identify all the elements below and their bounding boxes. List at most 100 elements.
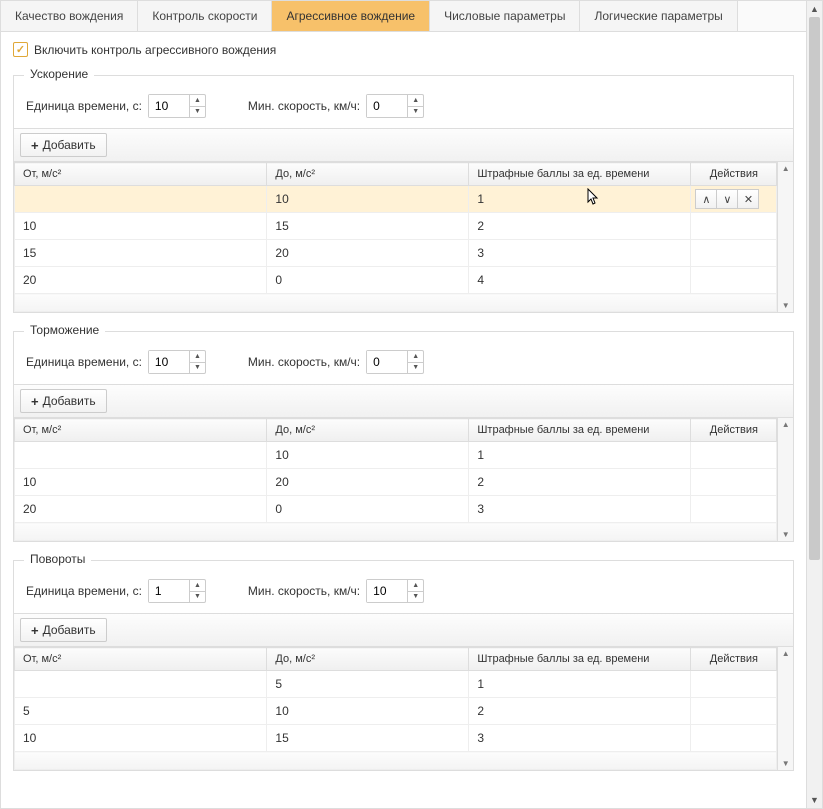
scroll-up-icon[interactable]: ▲ xyxy=(782,649,790,658)
cell-points[interactable]: 3 xyxy=(469,240,691,267)
table-row[interactable]: 2004 xyxy=(15,267,777,294)
scroll-up-icon[interactable]: ▲ xyxy=(782,164,790,173)
add-button[interactable]: +Добавить xyxy=(20,133,107,157)
scroll-up-icon[interactable]: ▲ xyxy=(807,1,822,17)
time-unit-input-field[interactable] xyxy=(149,351,189,373)
col-points[interactable]: Штрафные баллы за ед. времени xyxy=(469,648,691,671)
cell-points[interactable]: 4 xyxy=(469,267,691,294)
cell-points[interactable]: 2 xyxy=(469,213,691,240)
table-row[interactable]: 101 xyxy=(15,442,777,469)
spinner-up-icon[interactable]: ▲ xyxy=(190,351,205,363)
scroll-down-icon[interactable]: ▼ xyxy=(782,301,790,310)
cell-from[interactable]: 10 xyxy=(15,469,267,496)
cell-to[interactable]: 5 xyxy=(267,671,469,698)
scroll-down-icon[interactable]: ▼ xyxy=(782,530,790,539)
cell-from[interactable]: 20 xyxy=(15,496,267,523)
spinner-down-icon[interactable]: ▼ xyxy=(408,363,423,374)
min-speed-input[interactable]: ▲▼ xyxy=(366,579,424,603)
min-speed-input-field[interactable] xyxy=(367,351,407,373)
cell-points[interactable]: 2 xyxy=(469,698,691,725)
scroll-down-icon[interactable]: ▼ xyxy=(782,759,790,768)
cell-from[interactable] xyxy=(15,442,267,469)
cell-from[interactable]: 20 xyxy=(15,267,267,294)
table-row[interactable]: 10152 xyxy=(15,213,777,240)
add-button[interactable]: +Добавить xyxy=(20,389,107,413)
spinner-up-icon[interactable]: ▲ xyxy=(408,351,423,363)
min-speed-input[interactable]: ▲▼ xyxy=(366,350,424,374)
scroll-thumb[interactable] xyxy=(809,17,820,560)
spinner-down-icon[interactable]: ▼ xyxy=(408,107,423,118)
tab-4[interactable]: Логические параметры xyxy=(580,1,737,31)
cell-points[interactable]: 1 xyxy=(469,186,691,213)
spinner-up-icon[interactable]: ▲ xyxy=(190,95,205,107)
cell-to[interactable]: 20 xyxy=(267,469,469,496)
col-from[interactable]: От, м/с² xyxy=(15,419,267,442)
delete-button[interactable]: ✕ xyxy=(737,189,759,209)
min-speed-input-field[interactable] xyxy=(367,580,407,602)
cell-points[interactable]: 3 xyxy=(469,496,691,523)
col-points[interactable]: Штрафные баллы за ед. времени xyxy=(469,163,691,186)
table-row[interactable]: 10153 xyxy=(15,725,777,752)
spinner-down-icon[interactable]: ▼ xyxy=(190,363,205,374)
tab-0[interactable]: Качество вождения xyxy=(1,1,138,31)
time-unit-input[interactable]: ▲▼ xyxy=(148,579,206,603)
table-row[interactable]: 10202 xyxy=(15,469,777,496)
cell-to[interactable]: 10 xyxy=(267,698,469,725)
col-to[interactable]: До, м/с² xyxy=(267,163,469,186)
col-from[interactable]: От, м/с² xyxy=(15,648,267,671)
tab-3[interactable]: Числовые параметры xyxy=(430,1,580,31)
min-speed-input-field[interactable] xyxy=(367,95,407,117)
cell-points[interactable]: 1 xyxy=(469,442,691,469)
table-row[interactable]: 2003 xyxy=(15,496,777,523)
spinner-down-icon[interactable]: ▼ xyxy=(190,107,205,118)
col-to[interactable]: До, м/с² xyxy=(267,419,469,442)
spinner-down-icon[interactable]: ▼ xyxy=(408,592,423,603)
cell-from[interactable]: 10 xyxy=(15,725,267,752)
checkbox-enable-aggressive[interactable]: ✓ xyxy=(13,42,28,57)
add-button[interactable]: +Добавить xyxy=(20,618,107,642)
cell-to[interactable]: 0 xyxy=(267,267,469,294)
cell-to[interactable]: 0 xyxy=(267,496,469,523)
min-speed-input[interactable]: ▲▼ xyxy=(366,94,424,118)
cell-points[interactable]: 2 xyxy=(469,469,691,496)
cell-from[interactable] xyxy=(15,671,267,698)
table-row[interactable]: 101∧∨✕ xyxy=(15,186,777,213)
time-unit-input[interactable]: ▲▼ xyxy=(148,94,206,118)
table-scrollbar[interactable]: ▲▼ xyxy=(777,647,793,770)
col-points[interactable]: Штрафные баллы за ед. времени xyxy=(469,419,691,442)
time-unit-input-field[interactable] xyxy=(149,580,189,602)
table-scrollbar[interactable]: ▲▼ xyxy=(777,418,793,541)
table-row[interactable]: 5102 xyxy=(15,698,777,725)
tab-1[interactable]: Контроль скорости xyxy=(138,1,272,31)
cell-from[interactable]: 10 xyxy=(15,213,267,240)
cell-points[interactable]: 3 xyxy=(469,725,691,752)
tab-2[interactable]: Агрессивное вождение xyxy=(272,1,430,31)
time-unit-input-field[interactable] xyxy=(149,95,189,117)
cell-to[interactable]: 20 xyxy=(267,240,469,267)
col-from[interactable]: От, м/с² xyxy=(15,163,267,186)
scroll-down-icon[interactable]: ▼ xyxy=(807,792,822,808)
section-params-row: Единица времени, с:▲▼Мин. скорость, км/ч… xyxy=(14,344,793,384)
move-down-button[interactable]: ∨ xyxy=(716,189,738,209)
col-to[interactable]: До, м/с² xyxy=(267,648,469,671)
table-row[interactable]: 51 xyxy=(15,671,777,698)
cell-from[interactable]: 5 xyxy=(15,698,267,725)
move-up-button[interactable]: ∧ xyxy=(695,189,717,209)
time-unit-input[interactable]: ▲▼ xyxy=(148,350,206,374)
spinner-up-icon[interactable]: ▲ xyxy=(408,95,423,107)
table-scrollbar[interactable]: ▲▼ xyxy=(777,162,793,312)
cell-to[interactable]: 10 xyxy=(267,186,469,213)
cell-to[interactable]: 10 xyxy=(267,442,469,469)
cell-from[interactable]: 15 xyxy=(15,240,267,267)
cell-to[interactable]: 15 xyxy=(267,725,469,752)
spinner-up-icon[interactable]: ▲ xyxy=(408,580,423,592)
spinner-down-icon[interactable]: ▼ xyxy=(190,592,205,603)
cell-points[interactable]: 1 xyxy=(469,671,691,698)
cell-to[interactable]: 15 xyxy=(267,213,469,240)
table-row[interactable]: 15203 xyxy=(15,240,777,267)
cell-from[interactable] xyxy=(15,186,267,213)
spinner-up-icon[interactable]: ▲ xyxy=(190,580,205,592)
cell-actions xyxy=(691,725,777,752)
main-scrollbar[interactable]: ▲ ▼ xyxy=(806,1,822,808)
scroll-up-icon[interactable]: ▲ xyxy=(782,420,790,429)
